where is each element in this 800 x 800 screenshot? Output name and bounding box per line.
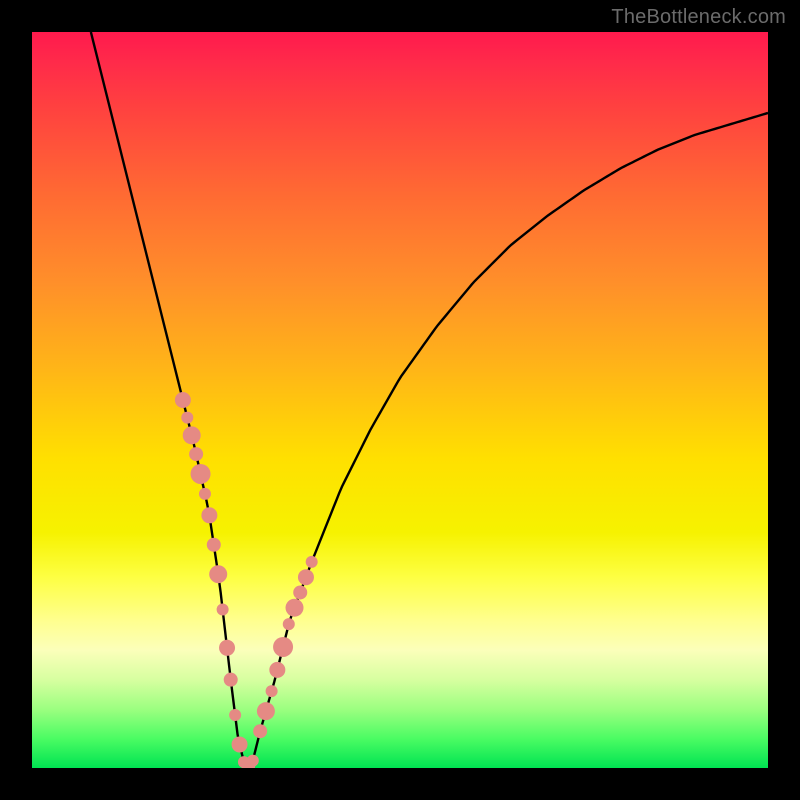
highlight-dot bbox=[253, 724, 267, 738]
highlight-dot bbox=[181, 412, 193, 424]
bottleneck-curve-path bbox=[91, 32, 768, 767]
highlight-dot bbox=[229, 709, 241, 721]
highlight-dot bbox=[273, 637, 293, 657]
highlight-dot bbox=[247, 755, 259, 767]
highlight-dot bbox=[298, 569, 314, 585]
watermark-text: TheBottleneck.com bbox=[611, 6, 786, 29]
highlight-dot bbox=[201, 507, 217, 523]
highlight-dot bbox=[257, 702, 275, 720]
highlight-dot bbox=[269, 662, 285, 678]
highlight-dot bbox=[199, 488, 211, 500]
highlight-dot bbox=[175, 392, 191, 408]
highlight-dot bbox=[283, 618, 295, 630]
highlight-dot bbox=[183, 426, 201, 444]
highlight-dot bbox=[217, 604, 229, 616]
curve-layer bbox=[32, 32, 768, 768]
highlight-dot bbox=[286, 599, 304, 617]
highlight-dot bbox=[232, 736, 248, 752]
highlight-dots-right bbox=[253, 556, 318, 738]
highlight-dot bbox=[266, 685, 278, 697]
chart-frame: TheBottleneck.com bbox=[0, 0, 800, 800]
highlight-dot bbox=[219, 640, 235, 656]
highlight-dot bbox=[189, 447, 203, 461]
highlight-dot bbox=[191, 464, 211, 484]
highlight-dot bbox=[209, 565, 227, 583]
plot-area bbox=[32, 32, 768, 768]
highlight-dot bbox=[224, 673, 238, 687]
highlight-dot bbox=[207, 538, 221, 552]
highlight-dots-left bbox=[175, 392, 235, 656]
highlight-dot bbox=[293, 585, 307, 599]
highlight-dot bbox=[306, 556, 318, 568]
